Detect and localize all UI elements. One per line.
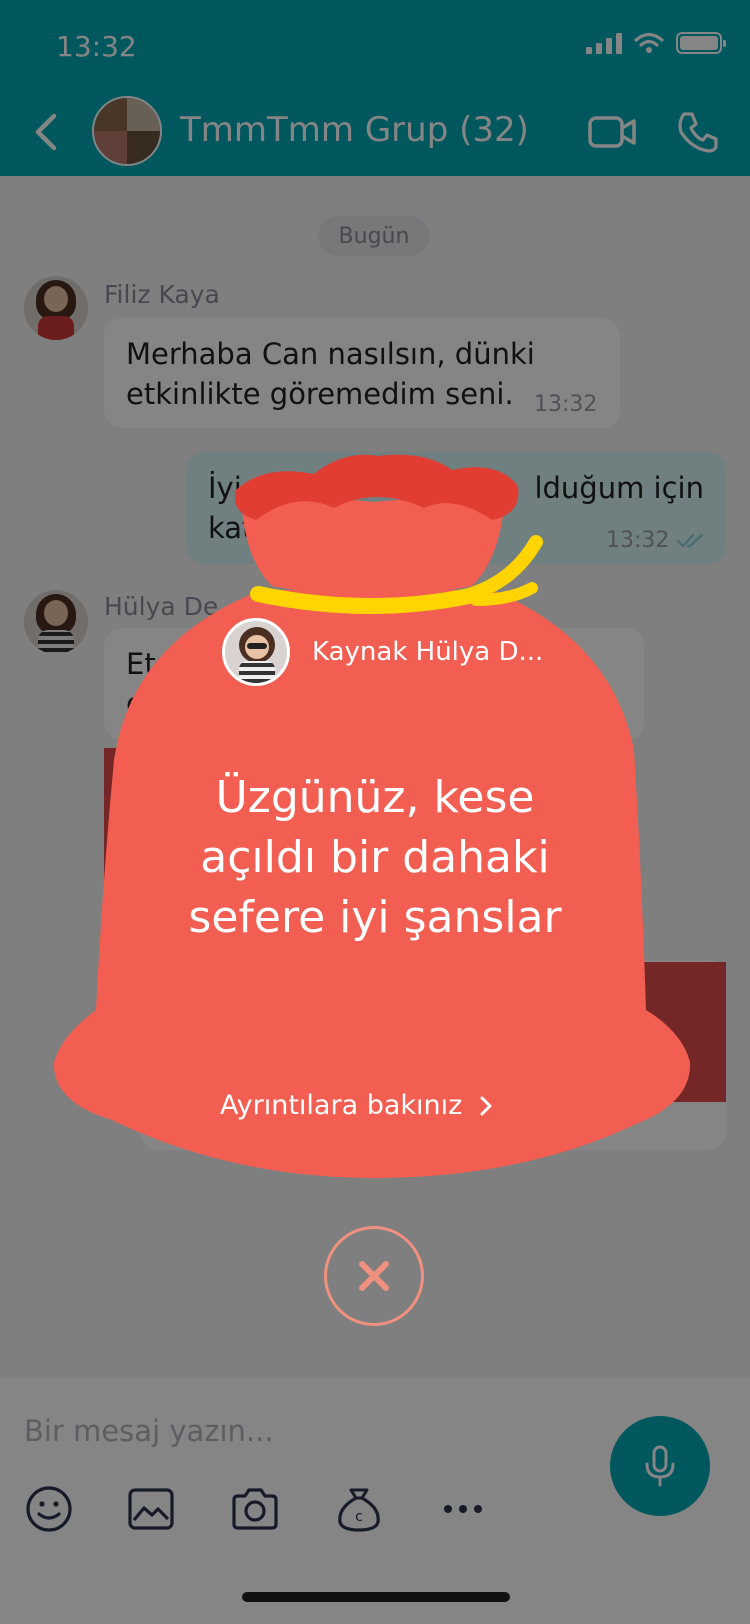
see-details-label: Ayrıntılara bakınız xyxy=(220,1090,463,1121)
result-message-line: açıldı bir dahaki xyxy=(200,832,550,883)
close-icon xyxy=(359,1261,389,1291)
close-button[interactable] xyxy=(324,1226,424,1326)
result-message-line: sefere iyi şanslar xyxy=(188,892,562,943)
sender-label: Kaynak Hülya D... xyxy=(312,637,544,667)
home-indicator xyxy=(242,1592,510,1602)
sender-row: Kaynak Hülya D... xyxy=(222,618,543,686)
see-details-link[interactable]: Ayrıntılara bakınız xyxy=(220,1090,494,1121)
sender-avatar xyxy=(222,618,290,686)
chevron-right-icon xyxy=(480,1096,492,1115)
result-message: Üzgünüz, kese açıldı bir dahaki sefere i… xyxy=(125,768,625,948)
result-message-line: Üzgünüz, kese xyxy=(215,772,535,823)
